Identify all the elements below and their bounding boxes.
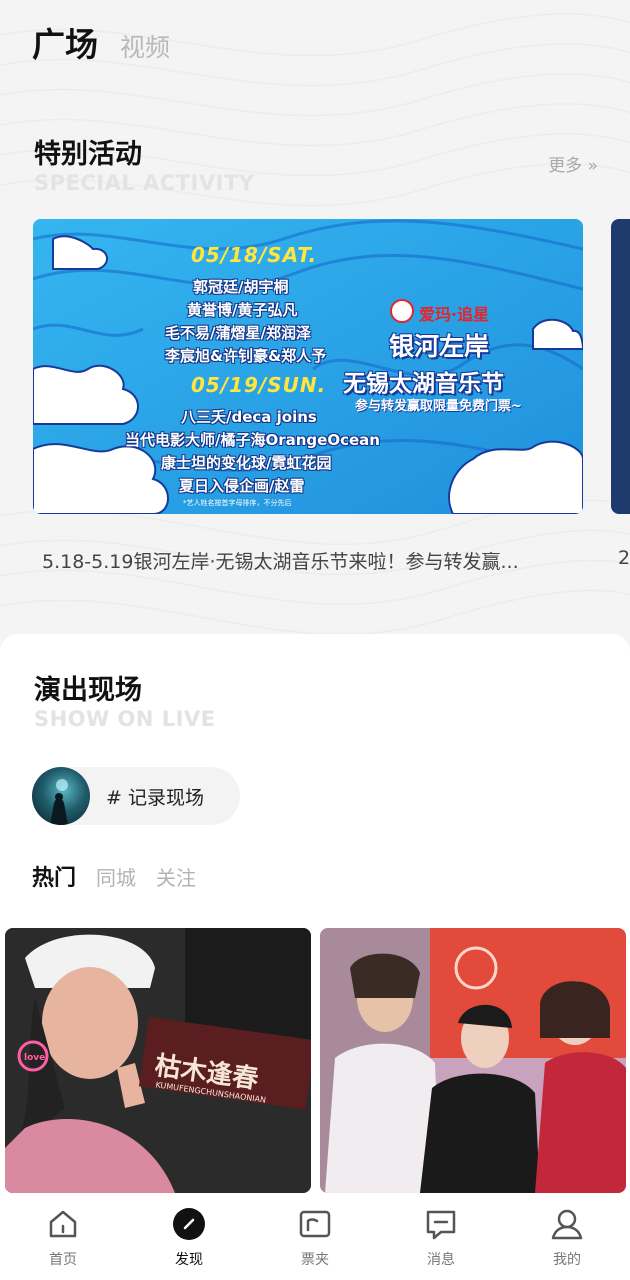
nav-tickets[interactable]: 票夹: [252, 1194, 378, 1280]
home-icon: [49, 1210, 77, 1238]
tab-hot[interactable]: 热门: [32, 860, 76, 892]
tab-following[interactable]: 关注: [156, 862, 196, 891]
banner-lineup-line: 康士坦的变化球/霓虹花园: [161, 454, 332, 472]
banner-lineup-line: 夏日入侵企画/赵雷: [179, 477, 305, 495]
next-banner-caption: 2: [618, 547, 630, 569]
banner-date-2: 05/19/SUN.: [191, 373, 327, 397]
nav-tickets-label: 票夹: [301, 1252, 329, 1268]
banner-lineup-line: 黄誉博/黄子弘凡: [187, 301, 298, 319]
special-activity-subtitle: SPECIAL ACTIVITY: [34, 171, 255, 195]
banner-lineup-line: 当代电影大师/橘子海OrangeOcean: [125, 431, 380, 449]
feed-photo-card[interactable]: [320, 928, 626, 1193]
live-section-title: 演出现场: [34, 675, 142, 706]
banner-slogan: 参与转发赢取限量免费门票~: [355, 399, 522, 414]
live-section-subtitle: SHOW ON LIVE: [34, 707, 216, 731]
banner-lineup-line: 李宸旭&许钊豪&郑人予: [165, 347, 327, 365]
nav-profile-label: 我的: [553, 1252, 581, 1268]
group-photo-image: [320, 928, 626, 1193]
tab-video[interactable]: 视频: [120, 28, 170, 64]
feed-tab-bar: 热门 同城 关注: [32, 860, 196, 892]
nav-home[interactable]: 首页: [0, 1194, 126, 1280]
brand-logo-icon: [390, 299, 414, 323]
feed-photo-card[interactable]: 枯木逢春 KUMUFENGCHUNSHAONIAN love: [5, 928, 311, 1193]
topic-avatar: [32, 767, 90, 825]
activity-banner[interactable]: 05/18/SAT. 郭冠廷/胡宇桐 黄誉博/黄子弘凡 毛不易/蒲熠星/郑润泽 …: [33, 219, 583, 514]
next-banner-peek[interactable]: [611, 219, 630, 514]
discover-icon: [173, 1208, 205, 1240]
message-icon: [426, 1210, 456, 1240]
topic-chip[interactable]: # 记录现场: [32, 767, 240, 825]
banner-title-2: 无锡太湖音乐节: [343, 371, 504, 397]
special-activity-title: 特别活动: [34, 139, 142, 170]
profile-icon: [551, 1209, 583, 1240]
top-tab-bar: 广场 视频: [32, 18, 170, 68]
more-link[interactable]: 更多 »: [548, 151, 598, 176]
tab-square[interactable]: 广场: [32, 18, 98, 66]
bottom-nav: 首页 发现 票夹 消息 我的: [0, 1194, 630, 1280]
banner-lineup-line: 八三夭/deca joins: [181, 408, 317, 426]
banner-note: *艺人姓名按首字母排序，不分先后: [183, 499, 292, 507]
nav-profile[interactable]: 我的: [504, 1194, 630, 1280]
topic-label: # 记录现场: [106, 786, 204, 809]
tab-nearby[interactable]: 同城: [96, 862, 136, 891]
banner-brand: 爱玛·追星: [419, 305, 490, 324]
banner-lineup-line: 郭冠廷/胡宇桐: [193, 278, 289, 296]
nav-messages[interactable]: 消息: [378, 1194, 504, 1280]
nav-messages-label: 消息: [427, 1252, 455, 1268]
nav-discover[interactable]: 发现: [126, 1194, 252, 1280]
banner-caption[interactable]: 5.18-5.19银河左岸·无锡太湖音乐节来啦！参与转发赢...: [42, 547, 582, 574]
photo-badge-text: love: [24, 1053, 46, 1063]
nav-home-label: 首页: [49, 1252, 77, 1268]
banner-date-1: 05/18/SAT.: [191, 243, 318, 267]
nav-discover-label: 发现: [175, 1252, 203, 1268]
ticket-folder-icon: [299, 1210, 331, 1238]
banner-title-1: 银河左岸: [389, 332, 490, 361]
banner-lineup-line: 毛不易/蒲熠星/郑润泽: [165, 324, 311, 342]
